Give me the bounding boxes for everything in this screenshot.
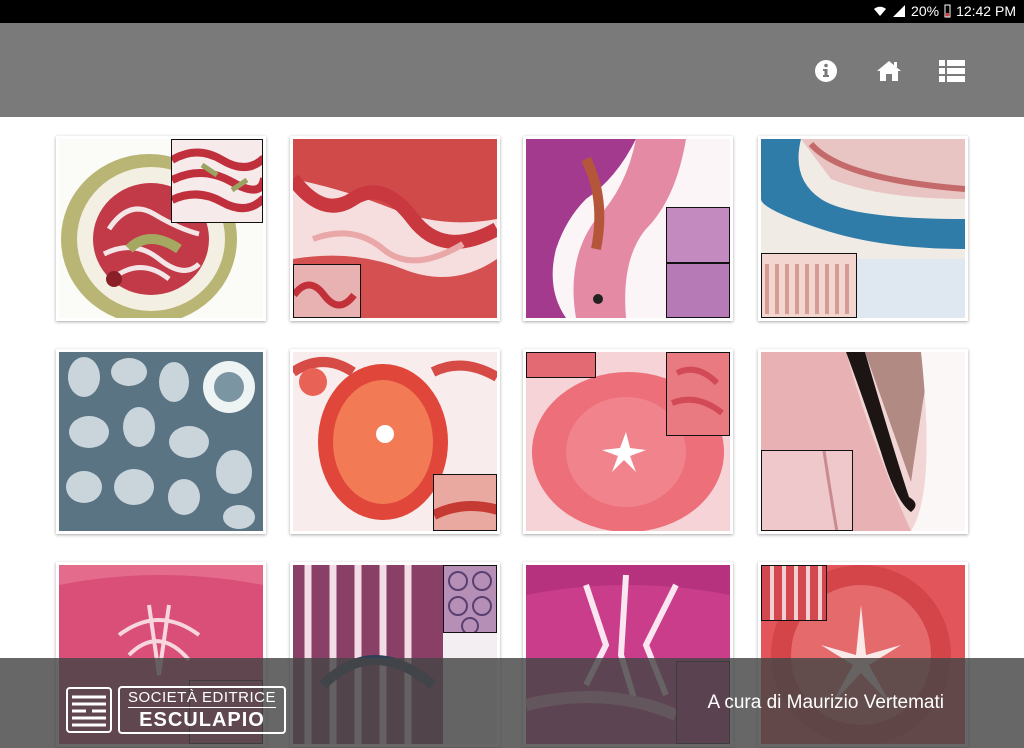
histology-image <box>59 139 263 318</box>
publisher-line2: ESCULAPIO <box>139 709 265 731</box>
histology-image <box>526 139 730 318</box>
home-button[interactable] <box>874 56 904 86</box>
histology-image <box>293 139 497 318</box>
inset-image <box>761 565 827 621</box>
gallery-tile[interactable] <box>523 349 733 534</box>
inset-image <box>666 263 730 318</box>
signal-icon <box>892 4 906 18</box>
gallery-tile[interactable] <box>523 136 733 321</box>
gallery-tile[interactable] <box>290 349 500 534</box>
clock: 12:42 PM <box>956 3 1016 19</box>
publisher-wordmark: SOCIETÀ EDITRICE ESCULAPIO <box>118 686 287 734</box>
gallery-tile[interactable] <box>758 349 968 534</box>
histology-image <box>761 352 965 531</box>
battery-icon <box>944 4 951 18</box>
battery-text: 20% <box>911 3 940 19</box>
inset-image <box>666 352 730 436</box>
inset-image <box>666 207 730 263</box>
info-button[interactable] <box>811 56 841 86</box>
gallery-tile[interactable] <box>56 349 266 534</box>
wifi-icon <box>873 4 887 18</box>
publisher-line1: SOCIETÀ EDITRICE <box>128 689 277 708</box>
inset-image <box>293 264 361 318</box>
editor-credit: A cura di Maurizio Vertemati <box>707 692 944 713</box>
inset-image <box>761 253 857 318</box>
home-icon <box>877 61 901 81</box>
list-icon <box>939 60 965 82</box>
histology-gallery <box>0 117 1024 748</box>
status-bar: 20% 12:42 PM <box>0 0 1024 23</box>
gallery-tile[interactable] <box>56 136 266 321</box>
histology-image <box>761 139 965 318</box>
publisher-logo: SOCIETÀ EDITRICE ESCULAPIO <box>66 686 287 734</box>
histology-image <box>526 352 730 531</box>
gallery-tile[interactable] <box>758 136 968 321</box>
inset-image <box>443 565 497 633</box>
list-button[interactable] <box>937 56 967 86</box>
publisher-mark-icon <box>66 687 112 733</box>
histology-image <box>293 352 497 531</box>
footer-banner: SOCIETÀ EDITRICE ESCULAPIO A cura di Mau… <box>0 658 1024 748</box>
info-icon <box>815 60 837 82</box>
app-bar <box>0 23 1024 117</box>
inset-image <box>761 450 853 531</box>
inset-image <box>526 352 596 378</box>
histology-image <box>59 352 263 531</box>
gallery-tile[interactable] <box>290 136 500 321</box>
inset-image <box>433 474 497 531</box>
inset-image <box>171 139 263 223</box>
